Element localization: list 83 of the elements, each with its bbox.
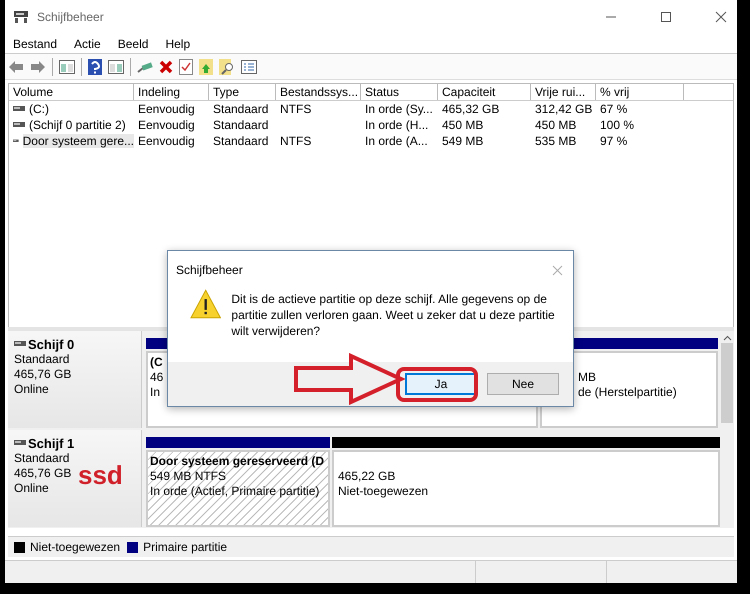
legend-label: Primaire partitie	[143, 540, 228, 554]
drive-icon	[14, 440, 26, 446]
table-cell-text: 535 MB	[534, 134, 578, 148]
panel-icon[interactable]	[108, 60, 124, 74]
partition-status: In orde (Actief, Primaire partitie)	[150, 484, 320, 499]
table-cell-text: 450 MB	[534, 118, 578, 132]
legend-label: Niet-toegewezen	[30, 540, 120, 554]
table-cell-text: 465,32 GB	[441, 102, 500, 116]
partition-status: de (Herstelpartitie)	[578, 384, 677, 400]
disk-name: Schijf 1	[28, 436, 74, 451]
table-cell-text: Standaard	[212, 118, 270, 132]
drive-icon	[14, 341, 26, 348]
column-header[interactable]: Bestandssys...	[276, 84, 361, 100]
column-header[interactable]: Status	[361, 84, 438, 100]
search-icon[interactable]	[219, 58, 235, 75]
menu-item[interactable]: Bestand	[13, 36, 58, 51]
disk-status: Online	[14, 480, 49, 496]
disk-type: Standaard	[14, 352, 70, 367]
window-title: Schijfbeheer	[37, 10, 104, 24]
dialog-message: Dit is de actieve partitie op deze schijf. Alle gegevens op de partitie zullen verloren gaan. Weet u zeker dat u deze partitie wilt verwijderen?	[231, 291, 556, 340]
column-header[interactable]: % vrij	[596, 84, 684, 100]
close-icon[interactable]	[715, 10, 727, 23]
panel-icon[interactable]	[59, 60, 75, 74]
partition-label: Door systeem gereserveerd (D	[150, 454, 324, 469]
table-cell-text: Eenvoudig	[137, 102, 196, 116]
folder-up-icon[interactable]	[199, 58, 213, 75]
scroll-up-icon[interactable]	[722, 334, 732, 341]
column-header[interactable]: Volume	[9, 84, 134, 100]
table-cell-text: 450 MB	[441, 118, 484, 132]
table-cell-text: 97 %	[599, 134, 628, 148]
drive-icon	[13, 122, 25, 128]
column-header[interactable]: Vrije rui...	[531, 84, 596, 100]
table-cell[interactable]: (C:)	[29, 102, 49, 116]
connect-icon[interactable]	[137, 60, 153, 74]
menu-item[interactable]: Help	[165, 36, 190, 51]
partition-label: (C	[150, 354, 163, 370]
delete-icon[interactable]	[159, 60, 173, 74]
table-cell-text: In orde (Sy...	[364, 102, 434, 116]
table-cell-text: 549 MB	[441, 134, 484, 148]
forward-icon[interactable]	[30, 60, 46, 74]
dialog-button[interactable]: Ja	[405, 373, 477, 395]
maximize-icon[interactable]	[660, 10, 672, 23]
disk-type: Standaard	[14, 450, 70, 466]
table-cell-text: 100 %	[599, 118, 636, 132]
partition-size: 549 MB NTFS	[150, 468, 226, 484]
help-icon[interactable]	[88, 58, 102, 75]
disk-size: 465,76 GB	[14, 466, 72, 481]
partition-block[interactable]: 465,22 GB Niet-toegewezen	[332, 450, 720, 527]
checklist-icon[interactable]	[179, 58, 193, 75]
table-cell-text: Standaard	[212, 102, 270, 116]
table-cell-text: 67 %	[599, 102, 628, 116]
table-cell-text: Eenvoudig	[137, 134, 196, 148]
menu-item[interactable]: Beeld	[118, 36, 148, 51]
column-header[interactable]: Capaciteit	[438, 84, 531, 100]
table-cell[interactable]: (Schijf 0 partitie 2)	[29, 118, 126, 132]
warning-icon	[190, 289, 222, 319]
partition-status: Niet-toegewezen	[338, 484, 428, 499]
table-cell[interactable]: Door systeem gere...	[22, 134, 134, 148]
menu-item[interactable]: Actie	[74, 36, 101, 51]
partition-size: MB	[578, 370, 596, 385]
dialog-title: Schijfbeheer	[176, 263, 243, 277]
back-icon[interactable]	[8, 60, 24, 74]
app-icon	[13, 10, 29, 24]
table-cell-text: Standaard	[212, 134, 270, 148]
table-cell-text: In orde (A...	[364, 134, 429, 148]
table-cell-text: 312,42 GB	[534, 102, 594, 116]
table-cell-text: In orde (H...	[364, 118, 430, 132]
partition-block[interactable]: Door systeem gereserveerd (D 549 MB NTFS In orde (Actief, Primaire partitie)	[146, 450, 330, 527]
partition-size: 465,22 GB	[338, 468, 396, 484]
table-cell-text: NTFS	[279, 134, 312, 148]
dialog-button[interactable]: Nee	[487, 373, 559, 395]
column-header[interactable]: Indeling	[134, 84, 209, 100]
annotation-text: ssd	[78, 460, 123, 490]
disk-status: Online	[14, 382, 49, 397]
list-icon[interactable]	[241, 60, 257, 74]
column-header[interactable]: Type	[209, 84, 276, 100]
partition-size: 46	[150, 370, 164, 385]
disk-name: Schijf 0	[28, 336, 74, 352]
disk-size: 465,76 GB	[14, 366, 72, 382]
table-cell-text: Eenvoudig	[137, 118, 196, 132]
drive-icon	[13, 106, 25, 112]
partition-status: In	[150, 384, 160, 400]
table-cell-text: NTFS	[279, 102, 312, 116]
